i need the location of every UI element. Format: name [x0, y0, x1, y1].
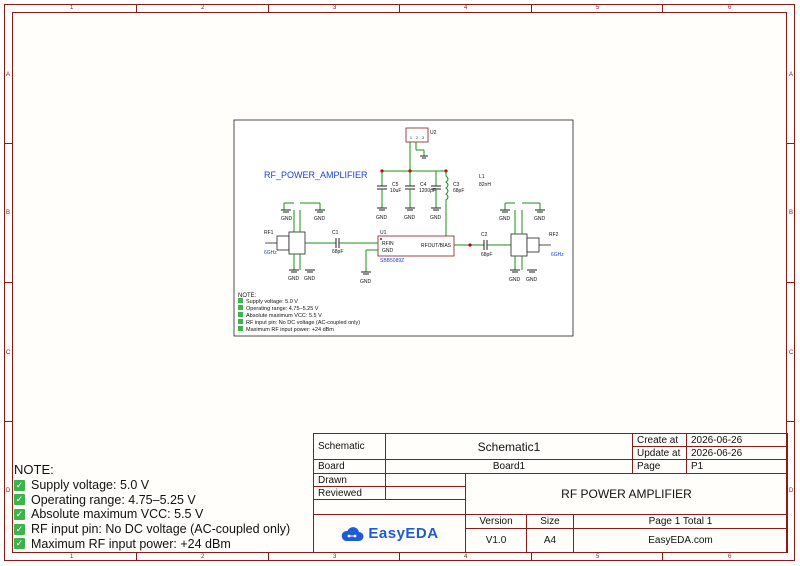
reviewed-label: Reviewed	[313, 486, 386, 500]
u2-pin2-number: 2	[416, 136, 418, 140]
reviewed-value	[385, 486, 466, 500]
update-at-value: 2026-06-26	[686, 446, 788, 460]
schematic-name: Schematic1	[385, 433, 633, 460]
note-item: ✓ Operating range: 4.75–5.25 V	[14, 493, 290, 508]
site-link[interactable]: EasyEDA.com	[573, 528, 788, 553]
note-item: ✓ Maximum RF input power: +24 dBm	[14, 536, 290, 551]
update-at-label: Update at	[632, 446, 687, 460]
checkbox-icon: ✓	[14, 538, 25, 550]
version-value: V1.0	[465, 528, 527, 553]
schematic-sheet: 1 2 3 4 5 6 1 2 3 4 5 6 A B C D A B C D …	[0, 0, 800, 566]
c1-value: 68pF	[332, 249, 343, 255]
gnd-label: GND	[360, 279, 372, 285]
u1-part: SBB5089Z	[380, 258, 404, 264]
size-label: Size	[526, 514, 574, 529]
u1-pin-gnd: GND	[382, 248, 394, 254]
note-text: Supply voltage: 5.0 V	[31, 478, 150, 493]
l1-ref: L1	[479, 174, 485, 180]
board-label: Board	[313, 459, 386, 474]
page-label: Page	[632, 459, 687, 474]
gnd-label: GND	[288, 276, 300, 282]
rf1-value: 6GHz	[264, 250, 277, 256]
u1-pin-rfin: RFIN	[382, 241, 394, 247]
checkbox-icon: ✓	[14, 508, 25, 520]
drawing-title: RF POWER AMPLIFIER	[465, 473, 788, 515]
blank-cell	[313, 499, 466, 515]
gnd-label: GND	[526, 277, 538, 283]
page-total: Page 1 Total 1	[573, 514, 788, 529]
u2-pin1-number: 1	[410, 136, 412, 140]
c1-ref: C1	[332, 230, 339, 236]
easyeda-logo: EasyEDA	[313, 514, 466, 553]
u1-ref: U1	[380, 230, 387, 236]
note-text: Absolute maximum VCC: 5.5 V	[31, 507, 204, 522]
small-note-item: RF input pin: No DC voltage (AC-coupled …	[246, 320, 360, 326]
small-note-item: Maximum RF input power: +24 dBm	[246, 327, 334, 333]
cloud-icon	[342, 526, 364, 541]
gnd-label: GND	[304, 276, 316, 282]
rf1-ref: RF1	[264, 230, 274, 236]
gnd-label: GND	[281, 216, 293, 222]
schematic-title: RF_POWER_AMPLIFIER	[264, 170, 368, 180]
l1-value: 82nH	[479, 182, 491, 188]
junction-dot	[468, 243, 472, 247]
rf2-ref: RF2	[549, 232, 559, 238]
logo-text: EasyEDA	[368, 525, 439, 542]
small-note-item: Supply voltage: 5.0 V	[246, 299, 298, 305]
note-text: RF input pin: No DC voltage (AC-coupled …	[31, 522, 291, 537]
drawn-value	[385, 473, 466, 487]
checkbox-icon: ✓	[14, 479, 25, 491]
c2-value: 68pF	[481, 252, 492, 258]
drawn-label: Drawn	[313, 473, 386, 487]
u1-pin-rfout: RFOUT/BIAS	[421, 243, 452, 249]
version-label: Version	[465, 514, 527, 529]
gnd-label: GND	[314, 216, 326, 222]
page-value: P1	[686, 459, 788, 474]
note-text: Maximum RF input power: +24 dBm	[31, 536, 231, 551]
small-note-item: Operating range: 4.75–5.25 V	[246, 306, 319, 312]
gnd-label: GND	[376, 215, 388, 221]
checkbox-icon: ✓	[14, 494, 25, 506]
gnd-label: GND	[499, 216, 511, 222]
note-item: ✓ Absolute maximum VCC: 5.5 V	[14, 507, 290, 522]
note-item: ✓ RF input pin: No DC voltage (AC-coupled…	[14, 522, 290, 537]
c3-value: 68pF	[453, 188, 464, 194]
note-text: Operating range: 4.75–5.25 V	[31, 492, 196, 507]
u2-pin3-number: 3	[422, 136, 424, 140]
checkbox-icon: ✓	[14, 523, 25, 535]
gnd-label: GND	[534, 216, 546, 222]
notes-panel: NOTE: ✓ Supply voltage: 5.0 V ✓ Operating …	[14, 462, 290, 551]
create-at-label: Create at	[632, 433, 687, 447]
u2-ref: U2	[430, 130, 437, 136]
gnd-label: GND	[509, 277, 521, 283]
rf2-value: 6GHz	[551, 252, 564, 258]
note-item: ✓ Supply voltage: 5.0 V	[14, 478, 290, 493]
notes-title: NOTE:	[14, 462, 54, 477]
schematic-label: Schematic	[313, 433, 386, 460]
create-at-value: 2026-06-26	[686, 433, 788, 447]
size-value: A4	[526, 528, 574, 553]
title-block: Schematic Schematic1 Create at 2026-06-2…	[313, 433, 788, 553]
c2-ref: C2	[481, 232, 488, 238]
small-note-item: Absolute maximum VCC: 5.5 V	[246, 313, 322, 319]
board-name: Board1	[385, 459, 633, 474]
gnd-label: GND	[404, 215, 416, 221]
gnd-label: GND	[430, 215, 442, 221]
c5-value: 10uF	[390, 188, 401, 194]
